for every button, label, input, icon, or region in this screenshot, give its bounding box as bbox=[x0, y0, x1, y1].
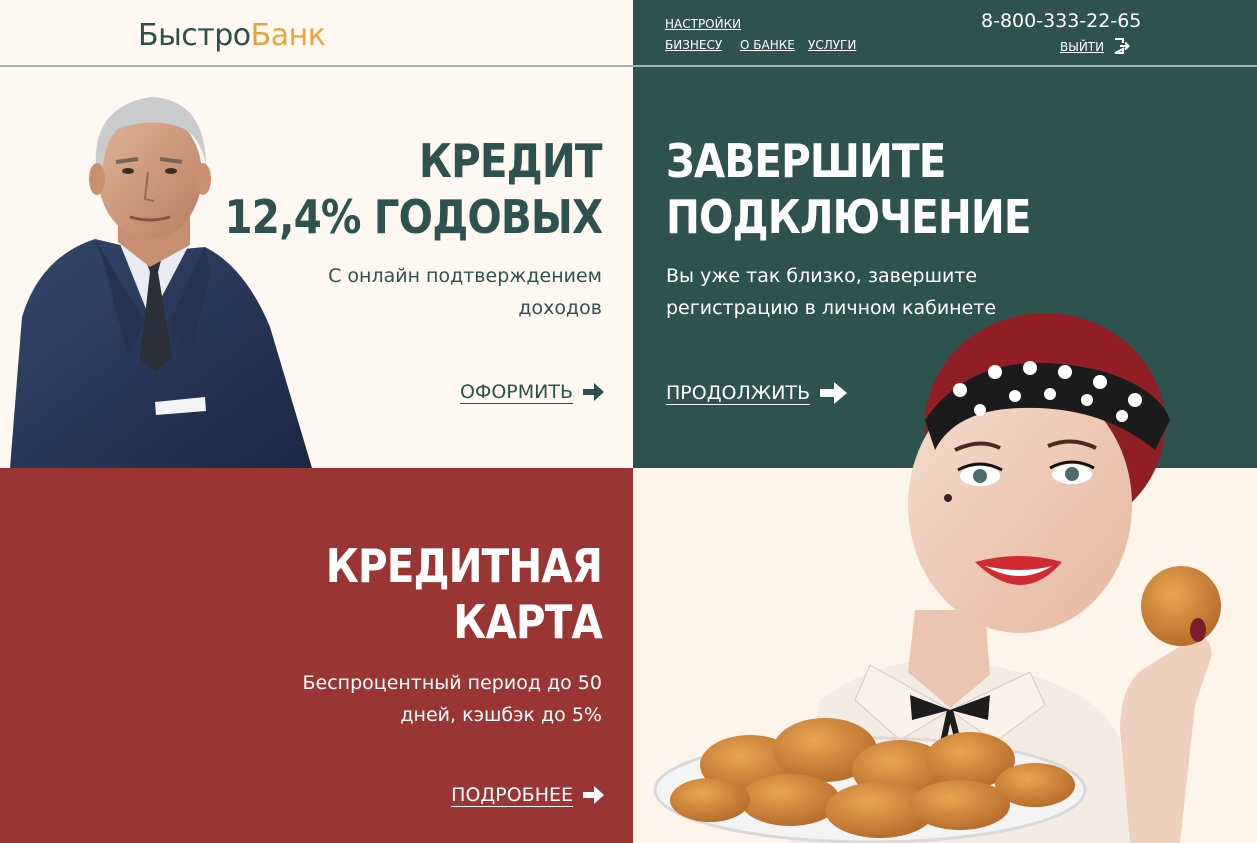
brand-logo-part2: Банк bbox=[250, 18, 326, 53]
credit-apply-label: ОФОРМИТЬ bbox=[460, 381, 573, 403]
brand-logo-part1: Быстро bbox=[138, 18, 251, 53]
connect-title-line2: ПОДКЛЮЧЕНИЕ bbox=[666, 190, 1032, 244]
card-details-label: ПОДРОБНЕЕ bbox=[451, 784, 573, 806]
phone-number[interactable]: 8-800-333-22-65 bbox=[981, 10, 1141, 32]
header-right bbox=[633, 0, 1257, 67]
tile-credit-card: КРЕДИТНАЯ КАРТА Беспроцентный период до … bbox=[0, 468, 633, 843]
card-title-line1: КРЕДИТНАЯ bbox=[325, 539, 603, 593]
credit-apply-button[interactable]: ОФОРМИТЬ bbox=[460, 381, 605, 403]
nav-settings-link[interactable]: НАСТРОЙКИ bbox=[665, 17, 741, 31]
credit-subtitle-line1: С онлайн подтверждением bbox=[328, 265, 602, 287]
credit-subtitle-line2: доходов bbox=[518, 297, 602, 319]
connect-title-line1: ЗАВЕРШИТЕ bbox=[666, 134, 946, 188]
card-subtitle-line1: Беспроцентный период до 50 bbox=[302, 672, 602, 694]
logout-link[interactable]: ВЫЙТИ bbox=[1060, 40, 1104, 54]
credit-title-line2: 12,4% ГОДОВЫХ bbox=[224, 190, 603, 244]
brand-logo[interactable]: БыстроБанк bbox=[138, 18, 326, 53]
card-title-line2: КАРТА bbox=[453, 595, 603, 649]
logout-icon[interactable] bbox=[1113, 37, 1131, 55]
woman-with-cookies-photo bbox=[653, 313, 1221, 843]
tile-credit: КРЕДИТ 12,4% ГОДОВЫХ С онлайн подтвержде… bbox=[0, 67, 633, 468]
connect-subtitle-line1: Вы уже так близко, завершите bbox=[666, 265, 978, 287]
nav-business-link[interactable]: БИЗНЕСУ bbox=[665, 38, 722, 52]
nav-about-link[interactable]: О БАНКЕ bbox=[740, 38, 795, 52]
arrow-right-icon bbox=[583, 383, 604, 401]
arrow-right-icon bbox=[583, 786, 604, 804]
credit-title-line1: КРЕДИТ bbox=[419, 134, 603, 188]
businessman-photo bbox=[10, 97, 312, 468]
card-subtitle-line2: дней, кэшбэк до 5% bbox=[400, 704, 602, 726]
card-details-button[interactable]: ПОДРОБНЕЕ bbox=[451, 784, 605, 806]
nav-services-link[interactable]: УСЛУГИ bbox=[808, 38, 856, 52]
header-left: БыстроБанк bbox=[0, 0, 633, 67]
